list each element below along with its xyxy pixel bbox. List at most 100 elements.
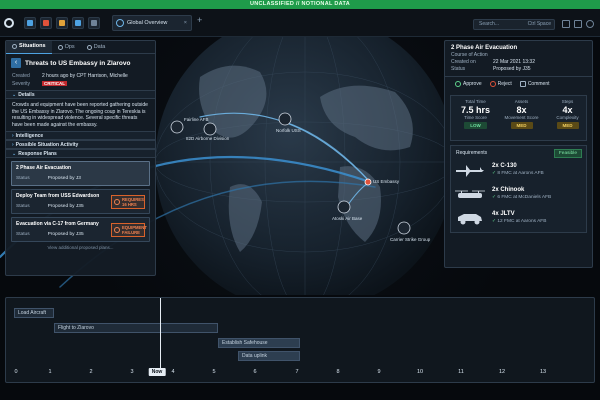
chevron-right-icon: › [12,142,14,148]
x-icon [489,81,496,87]
now-marker [160,298,161,370]
plan-card-air-evac[interactable]: 2 Phase Air Evacuation Status Proposed by… [11,161,150,186]
map-label-embassy: US Embassy [373,179,400,184]
approve-button[interactable]: Approve [455,81,482,87]
doc-app-icon[interactable] [88,17,100,29]
tick: 8 [336,369,340,375]
map-label-carrier: Carrier Strike Group [390,237,431,242]
requirement-item[interactable]: 4x JLTV ✓ 12 FMC at Aarons AFB [454,210,592,228]
tab-label: Global Overview [127,20,168,26]
complexity-badge: MED [556,122,579,129]
plan-status-value: Proposed by J35 [47,232,84,237]
app-logo [4,18,14,28]
warning-badge: REQUIRES 16 HRS [111,195,145,209]
plan-status-label: Status [16,176,30,181]
reject-button[interactable]: Reject [489,81,512,87]
tab-situations[interactable]: Situations [6,41,52,54]
coa-created-label: Created on [451,59,476,65]
chart-app-icon[interactable] [56,17,68,29]
details-header[interactable]: ⌄ Details [6,90,155,99]
stat-assets: Assets 8x Movement Score MED [504,99,539,129]
coa-status-value: Proposed by J35 [493,66,531,72]
coa-created-value: 22 Mar 2021 13:32 [493,59,535,65]
tick: 5 [212,369,216,375]
plan-status-value: Proposed by J3 [47,176,81,181]
map-label-82d: 82D Airborne Division [186,136,230,141]
coa-stats: Total Time 7.5 hrs Time Score LOW Assets… [450,95,587,141]
map-label-atoski: Atoski Air Base [332,216,363,221]
plan-status-value: Proposed by J35 [47,204,84,209]
tick: 7 [295,369,299,375]
map-label-norfolk: Norfolk USS [276,128,301,133]
time-score-badge: LOW [464,122,487,129]
search-input[interactable]: Search... Ctrl Space [473,19,555,30]
search-placeholder: Search... [479,21,500,27]
created-label: Created [12,73,30,79]
add-tab-button[interactable]: + [197,15,202,25]
settings-icon[interactable] [574,20,582,28]
helicopter-icon [455,190,485,198]
requirements-header: Requirements [456,150,488,156]
plans-header[interactable]: ⌄ Response Plans [6,149,155,158]
coa-status-label: Status [451,66,466,72]
user-avatar[interactable] [586,20,594,28]
coa-subtitle: Course of Action [451,52,488,58]
globe-icon [116,19,124,27]
feasible-badge: Feasible [553,149,582,158]
activity-header[interactable]: › Possible Situation Activity [6,140,155,149]
intelligence-header[interactable]: › Intelligence [6,131,155,140]
tick: 3 [130,369,134,375]
app-toolbar: Global Overview × + Search... Ctrl Space [0,9,600,37]
comment-button[interactable]: Comment [519,81,550,87]
close-icon[interactable]: × [184,16,187,30]
stat-total-time: Total Time 7.5 hrs Time Score LOW [460,99,491,129]
situation-panel: Situations Ops Data ‹ Threats to US Emba… [5,40,156,276]
timeline-bar-load[interactable]: Load Aircraft [14,308,54,318]
bell-icon[interactable] [562,20,570,28]
tick: 10 [416,369,424,375]
plan-status-label: Status [16,232,30,237]
tick: 11 [458,369,464,375]
map-label-afb: Fairline AFB [184,117,209,122]
timeline-axis: 0 1 2 3 Now 4 5 6 7 8 9 10 11 12 13 [5,368,595,379]
warning-badge: EQUIPMENT FAILURE [111,223,147,237]
tick: 4 [171,369,175,375]
wrench-icon [114,227,120,233]
timeline-bar-safehouse[interactable]: Establish Safehouse [218,338,300,348]
course-of-action-panel: 2 Phase Air Evacuation Course of Action … [444,40,593,268]
video-app-icon[interactable] [40,17,52,29]
search-shortcut: Ctrl Space [527,21,551,27]
tick: 1 [48,369,52,375]
plane-icon [456,165,484,177]
plan-card-uss[interactable]: Deploy Team from USS Edwardson Status Pro… [11,189,150,214]
ops-icon [57,44,63,50]
severity-badge: CRITICAL [42,81,67,86]
tab-global-overview[interactable]: Global Overview × [112,15,192,31]
tick: 6 [253,369,257,375]
stat-steps: Steps 4x Complexity MED [556,99,579,129]
requirement-item[interactable]: 2x C-130 ✓ 8 FMC at Aarons AFB [454,162,592,180]
situation-title: Threats to US Embassy in Zlarovo [25,59,131,67]
classification-banner: UNCLASSIFIED // NOTIONAL DATA [0,0,600,9]
tick: 0 [14,369,18,375]
tick: 13 [539,369,547,375]
tab-ops[interactable]: Ops [52,41,81,54]
situations-icon [12,44,17,49]
timeline-bar-uplink[interactable]: Data uplink [238,351,300,361]
chevron-right-icon: › [12,133,14,139]
grid-app-icon[interactable] [24,17,36,29]
chevron-down-icon: ⌄ [12,92,17,98]
created-value: 2 hours ago by CPT Harrison, Michelle [42,73,128,79]
requirement-item[interactable]: 2x Chinook ✓ 6 FMC at McDaniels AFB [454,186,592,204]
plan-card-c17[interactable]: Evacuation via C-17 from Germany Status P… [11,217,150,242]
timeline-bar-flight[interactable]: Flight to Zlarovo [54,323,218,333]
details-text: Crowds and equipment have been reported … [12,102,148,128]
tick: 9 [377,369,381,375]
plan-status-label: Status [16,204,30,209]
comment-icon [519,81,526,87]
more-plans-link[interactable]: View additional proposed plans... [6,245,155,250]
severity-label: Severity [12,81,31,87]
back-button[interactable]: ‹ [11,58,21,68]
map-app-icon[interactable] [72,17,84,29]
tab-data[interactable]: Data [81,41,112,54]
